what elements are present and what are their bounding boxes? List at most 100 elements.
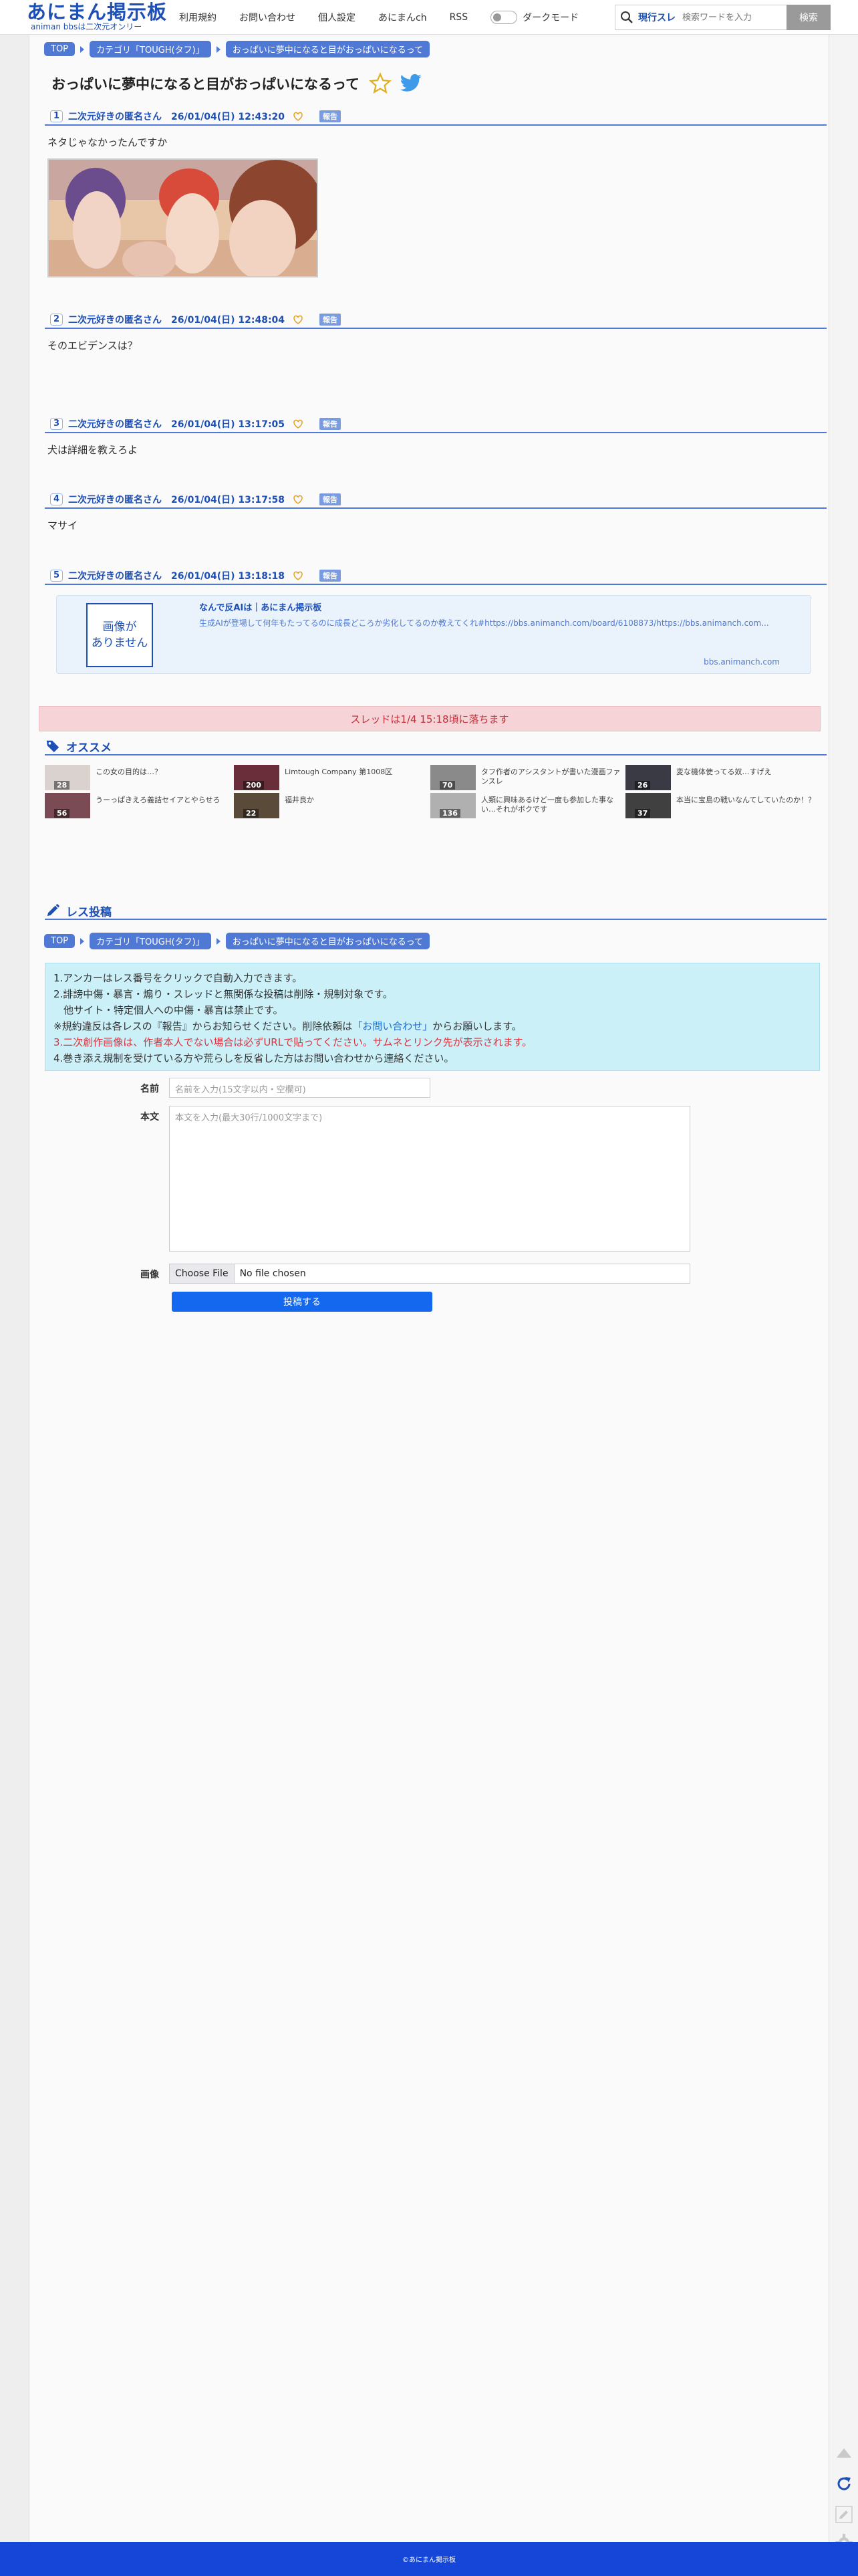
thread-expiry-notice: スレッドは1/4 15:18頃に落ちます	[39, 706, 821, 731]
recommend-item[interactable]: 28 この女の目的は…？	[45, 765, 237, 790]
reload-icon	[837, 2477, 851, 2490]
search-scope[interactable]: 現行スレ	[638, 11, 676, 24]
recommend-item[interactable]: 22 福井良か	[234, 793, 426, 818]
rule-line: 1.アンカーはレス番号をクリックで自動入力できます。	[53, 972, 303, 984]
rule-line: ※規約違反は各レスの『報告』からお知らせください。削除依頼は「お問い合わせ」から…	[53, 1018, 811, 1034]
no-image-text: 画像が ありません	[91, 620, 148, 650]
recommend-thumbnail: 37	[625, 793, 671, 818]
rule-text: ※規約違反は各レスの『報告』からお知らせください。削除依頼は	[53, 1020, 353, 1032]
recommend-title: 変な機体使ってる奴…すげえ	[676, 768, 772, 776]
heart-icon[interactable]	[293, 494, 303, 505]
report-button[interactable]: 報告	[319, 493, 341, 505]
rule-line: 3.二次創作画像は、作者本人でない場合は必ずURLで貼ってください。サムネとリン…	[53, 1036, 533, 1048]
choose-file-button[interactable]: Choose File	[170, 1264, 235, 1283]
body-textarea[interactable]: 本文を入力(最大30行/1000文字まで)	[169, 1106, 690, 1252]
breadcrumb-category[interactable]: カテゴリ「TOUGH(タフ)」	[90, 933, 211, 949]
scroll-top-button[interactable]	[833, 2442, 855, 2464]
post-number[interactable]: 3	[50, 418, 63, 430]
nav-animanch[interactable]: あにまんch	[378, 11, 427, 24]
right-gutter	[829, 35, 858, 2542]
dark-mode-label: ダークモード	[523, 13, 579, 23]
post-meta: 二次元好きの匿名さん 26/01/04(日) 13:17:58	[68, 495, 285, 505]
post-header: 2 二次元好きの匿名さん 26/01/04(日) 12:48:04 報告	[45, 312, 827, 329]
post-meta: 二次元好きの匿名さん 26/01/04(日) 12:48:04	[68, 315, 285, 326]
nav-terms[interactable]: 利用規約	[179, 11, 217, 24]
recommend-count: 26	[635, 781, 651, 790]
footer: ©あにまん掲示板	[0, 2542, 858, 2576]
recommend-thumbnail: 22	[234, 793, 279, 818]
breadcrumb-top[interactable]: TOP	[44, 42, 76, 56]
breadcrumb-separator	[80, 937, 85, 945]
link-card-description: 生成AIが登場して何年もたってるのに成長どころか劣化してるのか教えてくれ#htt…	[199, 618, 769, 628]
recommend-count: 56	[54, 809, 70, 818]
heart-icon[interactable]	[293, 419, 303, 429]
post-number[interactable]: 5	[50, 570, 63, 582]
recommend-count: 70	[440, 781, 456, 790]
logo-main-text: あにまん掲示板	[27, 1, 168, 23]
link-card[interactable]: 画像が ありません なんで反AIは｜あにまん掲示板 生成AIが登場して何年もたっ…	[56, 595, 811, 674]
post-number[interactable]: 4	[50, 493, 63, 505]
search-input[interactable]	[682, 12, 782, 23]
recommend-count: 136	[440, 809, 460, 818]
recommend-title: Limtough Company 第1008区	[285, 768, 393, 776]
recommend-title: 人類に興味あるけど一度も参加した事ない…それがボクです	[481, 796, 613, 814]
post-meta: 二次元好きの匿名さん 26/01/04(日) 13:18:18	[68, 571, 285, 582]
report-button[interactable]: 報告	[319, 110, 341, 122]
post-form-heading: レス投稿	[66, 905, 112, 919]
recommend-item[interactable]: 136 人類に興味あるけど一度も参加した事ない…それがボクです	[430, 793, 623, 818]
recommend-thumbnail: 136	[430, 793, 476, 818]
nav-rss[interactable]: RSS	[450, 12, 468, 23]
nav-settings[interactable]: 個人設定	[318, 11, 355, 24]
image-file-input[interactable]: Choose File No file chosen	[169, 1264, 690, 1284]
recommend-title: 福井良か	[285, 796, 314, 804]
post-image[interactable]	[47, 158, 318, 277]
recommend-item[interactable]: 56 うーっぱきえろ義詰セイアとやらせろ	[45, 793, 237, 818]
report-button[interactable]: 報告	[319, 314, 341, 326]
breadcrumb-thread[interactable]: おっぱいに夢中になると目がおっぱいになるって	[225, 41, 430, 57]
rule-line: 他サイト・特定個人への中傷・暴言は禁止です。	[53, 1004, 283, 1016]
recommend-title: うーっぱきえろ義詰セイアとやらせろ	[96, 796, 221, 804]
report-button[interactable]: 報告	[319, 570, 341, 582]
report-button[interactable]: 報告	[319, 418, 341, 430]
post-number[interactable]: 1	[50, 110, 63, 122]
breadcrumb-category[interactable]: カテゴリ「TOUGH(タフ)」	[90, 41, 211, 57]
post-number[interactable]: 2	[50, 314, 63, 326]
no-image-placeholder: 画像が ありません	[86, 603, 153, 667]
reload-button[interactable]	[833, 2472, 855, 2495]
top-bar: あにまん掲示板 animan bbsは二次元オンリー 利用規約 お問い合わせ 個…	[0, 0, 858, 35]
recommend-item[interactable]: 37 本当に宝島の戦いなんてしていたのか！？	[625, 793, 818, 818]
site-logo[interactable]: あにまん掲示板 animan bbsは二次元オンリー	[27, 1, 167, 33]
nav-contact[interactable]: お問い合わせ	[239, 11, 295, 24]
heart-icon[interactable]	[293, 570, 303, 581]
recommend-title: タフ作者のアシスタントが書いた漫画ファンスレ	[481, 768, 621, 786]
pencil-icon	[47, 904, 59, 917]
favorite-star-icon[interactable]	[369, 72, 392, 95]
name-label: 名前	[140, 1084, 159, 1094]
recommend-count: 22	[243, 809, 259, 818]
contact-link[interactable]: 「お問い合わせ」	[352, 1020, 432, 1032]
twitter-share-icon[interactable]	[400, 74, 422, 94]
submit-post-button[interactable]: 投稿する	[172, 1292, 432, 1312]
link-card-title[interactable]: なんで反AIは｜あにまん掲示板	[199, 600, 321, 613]
image-label: 画像	[140, 1270, 159, 1280]
dark-mode-toggle[interactable]	[490, 11, 518, 24]
post-body: 犬は詳細を教えろよ	[47, 444, 138, 456]
post-header: 5 二次元好きの匿名さん 26/01/04(日) 13:18:18 報告	[45, 568, 827, 585]
recommend-thumbnail: 26	[625, 765, 671, 790]
breadcrumb-thread[interactable]: おっぱいに夢中になると目がおっぱいになるって	[225, 933, 430, 949]
breadcrumb-top[interactable]: TOP	[44, 934, 76, 948]
rule-line: 4.巻き添え規制を受けている方や荒らしを反省した方はお問い合わせから連絡ください…	[53, 1052, 454, 1064]
search-button[interactable]: 検索	[786, 5, 831, 30]
logo-sub-text: animan bbsは二次元オンリー	[31, 22, 142, 31]
recommend-item[interactable]: 26 変な機体使ってる奴…すげえ	[625, 765, 818, 790]
recommend-title: 本当に宝島の戦いなんてしていたのか！？	[676, 796, 816, 804]
name-field[interactable]: 名前を入力(15文字以内・空欄可)	[169, 1078, 430, 1098]
recommend-item[interactable]: 200 Limtough Company 第1008区	[234, 765, 426, 790]
write-post-button[interactable]	[833, 2503, 855, 2526]
recommend-item[interactable]: 70 タフ作者のアシスタントが書いた漫画ファンスレ	[430, 765, 623, 790]
heart-icon[interactable]	[293, 314, 303, 325]
post-header: 4 二次元好きの匿名さん 26/01/04(日) 13:17:58 報告	[45, 491, 827, 509]
heart-icon[interactable]	[293, 111, 303, 122]
recommend-thumbnail: 200	[234, 765, 279, 790]
post-body: マサイ	[47, 519, 78, 532]
